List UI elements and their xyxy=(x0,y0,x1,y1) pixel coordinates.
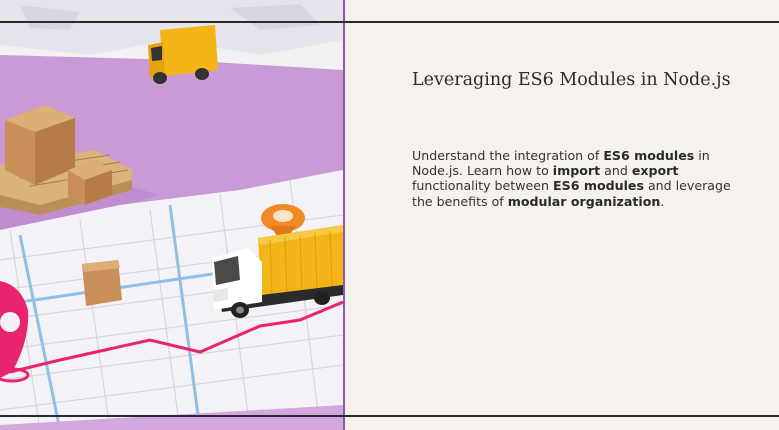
bottom-rule xyxy=(0,415,779,417)
cardboard-box xyxy=(82,260,122,306)
body-keyword: ES6 modules xyxy=(553,178,644,194)
delivery-map-illustration xyxy=(0,0,343,430)
body-text: . xyxy=(660,193,665,209)
slide-title: Leveraging ES6 Modules in Node.js xyxy=(412,70,731,90)
top-rule xyxy=(0,21,779,23)
body-text: functionality between xyxy=(412,178,554,194)
body-text: Understand the integration of xyxy=(412,148,604,163)
slide-body: Understand the integration of ES6 module… xyxy=(412,148,732,209)
body-keyword: export xyxy=(631,163,679,179)
body-keyword: modular organization xyxy=(507,193,661,209)
vertical-divider xyxy=(343,0,345,430)
body-keyword: import xyxy=(552,163,601,179)
hero-image xyxy=(0,0,343,430)
body-text: and xyxy=(600,163,632,179)
body-keyword: ES6 modules xyxy=(603,148,695,163)
